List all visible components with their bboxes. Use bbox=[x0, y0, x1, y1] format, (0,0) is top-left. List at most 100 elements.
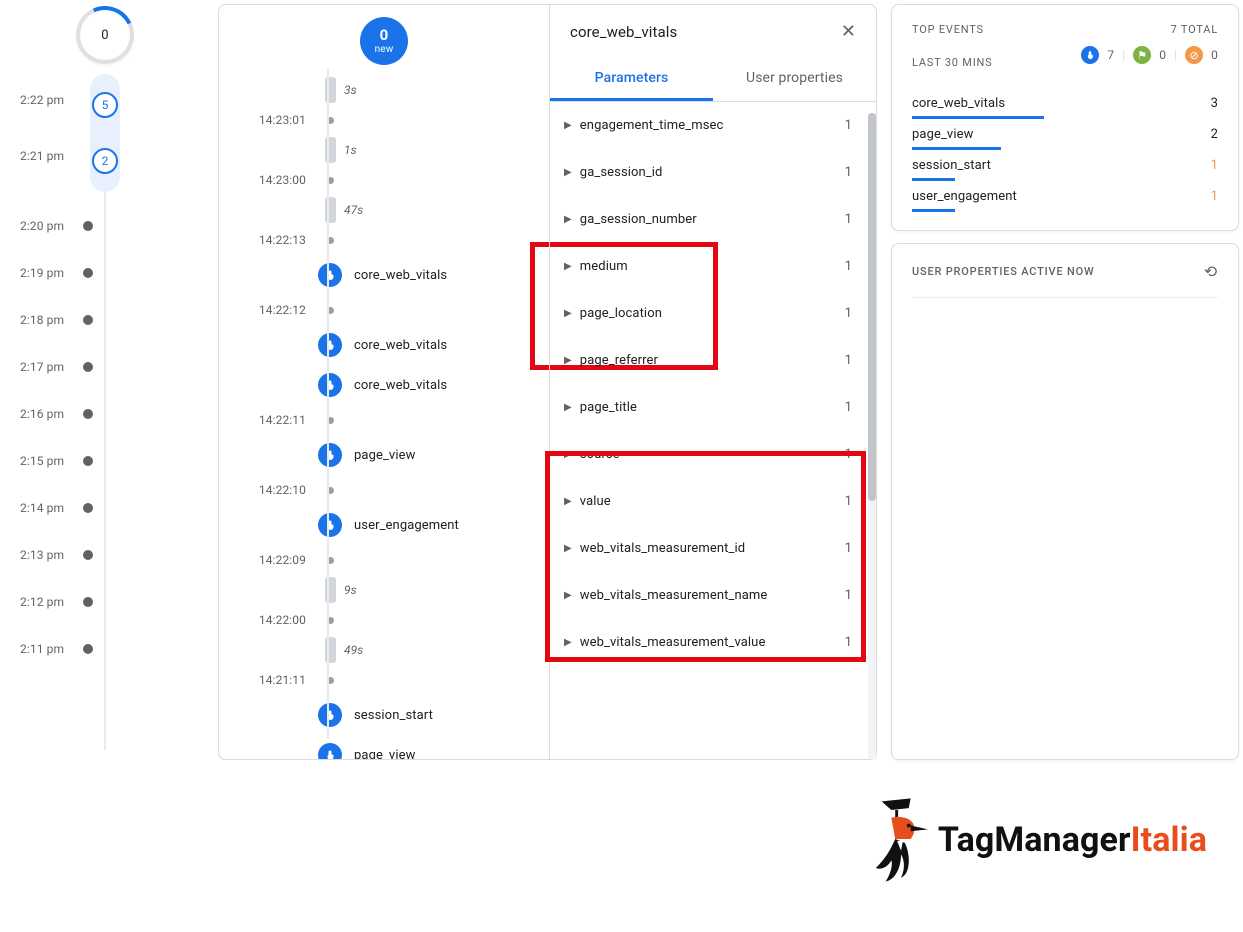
timeline-row: 3s bbox=[219, 75, 549, 105]
timeline-row: 14:22:13 bbox=[219, 225, 549, 255]
close-icon[interactable]: ✕ bbox=[841, 21, 856, 42]
minute-row[interactable]: 2:18 pm bbox=[4, 296, 204, 343]
param-name: web_vitals_measurement_name bbox=[580, 588, 845, 603]
touch-icon bbox=[318, 373, 342, 397]
gap-label: 47s bbox=[344, 203, 363, 217]
parameter-row[interactable]: ▶web_vitals_measurement_value1 bbox=[550, 619, 876, 666]
param-count: 1 bbox=[845, 212, 852, 227]
gap-label: 3s bbox=[344, 83, 357, 97]
minute-dot bbox=[83, 221, 93, 231]
timeline-time: 14:22:11 bbox=[219, 413, 316, 427]
minute-row[interactable]: 2:12 pm bbox=[4, 578, 204, 625]
detail-title: core_web_vitals bbox=[570, 23, 841, 41]
param-name: ga_session_id bbox=[580, 165, 845, 180]
timeline-row[interactable]: user_engagement bbox=[219, 505, 549, 545]
param-name: web_vitals_measurement_id bbox=[580, 541, 845, 556]
minute-count[interactable]: 2 bbox=[92, 148, 118, 174]
parameter-row[interactable]: ▶page_title1 bbox=[550, 384, 876, 431]
minute-time: 2:22 pm bbox=[4, 93, 66, 107]
parameter-row[interactable]: ▶ga_session_number1 bbox=[550, 196, 876, 243]
parameter-row[interactable]: ▶source1 bbox=[550, 431, 876, 478]
active-users-ring[interactable]: 0 bbox=[80, 10, 130, 60]
expand-icon: ▶ bbox=[564, 637, 572, 648]
flag-icon: ⚑ bbox=[1133, 46, 1151, 64]
param-name: page_title bbox=[580, 400, 845, 415]
minute-row[interactable]: 2:20 pm bbox=[4, 202, 204, 249]
minute-dot bbox=[83, 409, 93, 419]
timeline-row[interactable]: core_web_vitals bbox=[219, 255, 549, 295]
parameter-row[interactable]: ▶ga_session_id1 bbox=[550, 149, 876, 196]
tab-user-properties[interactable]: User properties bbox=[713, 58, 876, 101]
touch-icon bbox=[318, 513, 342, 537]
event-name: page_view bbox=[344, 748, 415, 760]
timeline-row[interactable]: core_web_vitals bbox=[219, 325, 549, 365]
minute-row[interactable]: 2:15 pm bbox=[4, 437, 204, 484]
event-name: page_view bbox=[344, 448, 415, 463]
error-icon: ⊘ bbox=[1185, 46, 1203, 64]
parameter-row[interactable]: ▶value1 bbox=[550, 478, 876, 525]
top-events-card: TOP EVENTS 7 TOTAL LAST 30 MINS 7 | ⚑0 |… bbox=[891, 4, 1239, 231]
param-count: 1 bbox=[845, 165, 852, 180]
param-name: page_location bbox=[580, 306, 845, 321]
minute-time: 2:21 pm bbox=[4, 149, 66, 163]
expand-icon: ▶ bbox=[564, 355, 572, 366]
minute-row[interactable]: 2:11 pm bbox=[4, 625, 204, 672]
param-name: medium bbox=[580, 259, 845, 274]
recent-minutes-pill[interactable]: 52 bbox=[90, 74, 120, 192]
param-name: source bbox=[580, 447, 845, 462]
timeline-row: 1s bbox=[219, 135, 549, 165]
parameter-row[interactable]: ▶web_vitals_measurement_name1 bbox=[550, 572, 876, 619]
minute-row[interactable]: 2:14 pm bbox=[4, 484, 204, 531]
expand-icon: ▶ bbox=[564, 590, 572, 601]
timeline-time: 14:22:09 bbox=[219, 553, 316, 567]
parameter-row[interactable]: ▶page_location1 bbox=[550, 290, 876, 337]
minute-row[interactable]: 2:19 pm bbox=[4, 249, 204, 296]
timeline-row[interactable]: core_web_vitals bbox=[219, 365, 549, 405]
minute-dot bbox=[83, 456, 93, 466]
timeline-time: 14:22:13 bbox=[219, 233, 316, 247]
param-count: 1 bbox=[845, 259, 852, 274]
minute-dot bbox=[83, 550, 93, 560]
timeline-row[interactable]: session_start bbox=[219, 695, 549, 735]
history-icon[interactable]: ⟲ bbox=[1204, 262, 1218, 281]
param-name: value bbox=[580, 494, 845, 509]
top-events-title: TOP EVENTS bbox=[912, 23, 984, 36]
minute-count[interactable]: 5 bbox=[92, 92, 118, 118]
parameter-row[interactable]: ▶page_referrer1 bbox=[550, 337, 876, 384]
top-event-row[interactable]: page_view2 bbox=[912, 119, 1218, 150]
parameter-row[interactable]: ▶engagement_time_msec1 bbox=[550, 102, 876, 149]
top-event-count: 2 bbox=[1211, 127, 1218, 142]
tab-parameters[interactable]: Parameters bbox=[550, 58, 713, 101]
event-detail-panel: core_web_vitals ✕ Parameters User proper… bbox=[549, 5, 876, 759]
scrollbar[interactable] bbox=[868, 113, 876, 759]
timeline-row: 49s bbox=[219, 635, 549, 665]
expand-icon: ▶ bbox=[564, 261, 572, 272]
param-count: 1 bbox=[845, 635, 852, 650]
top-event-row[interactable]: core_web_vitals3 bbox=[912, 88, 1218, 119]
timeline-row: 47s bbox=[219, 195, 549, 225]
minute-dot bbox=[83, 315, 93, 325]
minute-row[interactable]: 2:13 pm bbox=[4, 531, 204, 578]
minute-row[interactable]: 2:16 pm bbox=[4, 390, 204, 437]
timeline-time: 14:21:11 bbox=[219, 673, 316, 687]
gap-label: 9s bbox=[344, 583, 357, 597]
timeline-row[interactable]: page_view bbox=[219, 435, 549, 475]
woodpecker-icon bbox=[872, 796, 930, 884]
minute-row[interactable]: 2:21 pm bbox=[4, 132, 66, 179]
touch-icon bbox=[318, 743, 342, 759]
top-event-row[interactable]: session_start1 bbox=[912, 150, 1218, 181]
gap-label: 1s bbox=[344, 143, 357, 157]
minute-row[interactable]: 2:17 pm bbox=[4, 343, 204, 390]
minute-dot bbox=[83, 503, 93, 513]
event-timeline[interactable]: 0new 3s14:23:011s14:23:0047s14:22:13core… bbox=[219, 5, 549, 759]
parameter-row[interactable]: ▶web_vitals_measurement_id1 bbox=[550, 525, 876, 572]
top-event-row[interactable]: user_engagement1 bbox=[912, 181, 1218, 212]
minute-time: 2:19 pm bbox=[4, 266, 66, 280]
minute-time: 2:20 pm bbox=[4, 219, 66, 233]
detail-tabs: Parameters User properties bbox=[550, 58, 876, 102]
parameter-row[interactable]: ▶ medium1 bbox=[550, 243, 876, 290]
expand-icon: ▶ bbox=[564, 308, 572, 319]
touch-icon bbox=[318, 263, 342, 287]
minute-row[interactable]: 2:22 pm bbox=[4, 76, 66, 123]
timeline-row[interactable]: page_view bbox=[219, 735, 549, 759]
